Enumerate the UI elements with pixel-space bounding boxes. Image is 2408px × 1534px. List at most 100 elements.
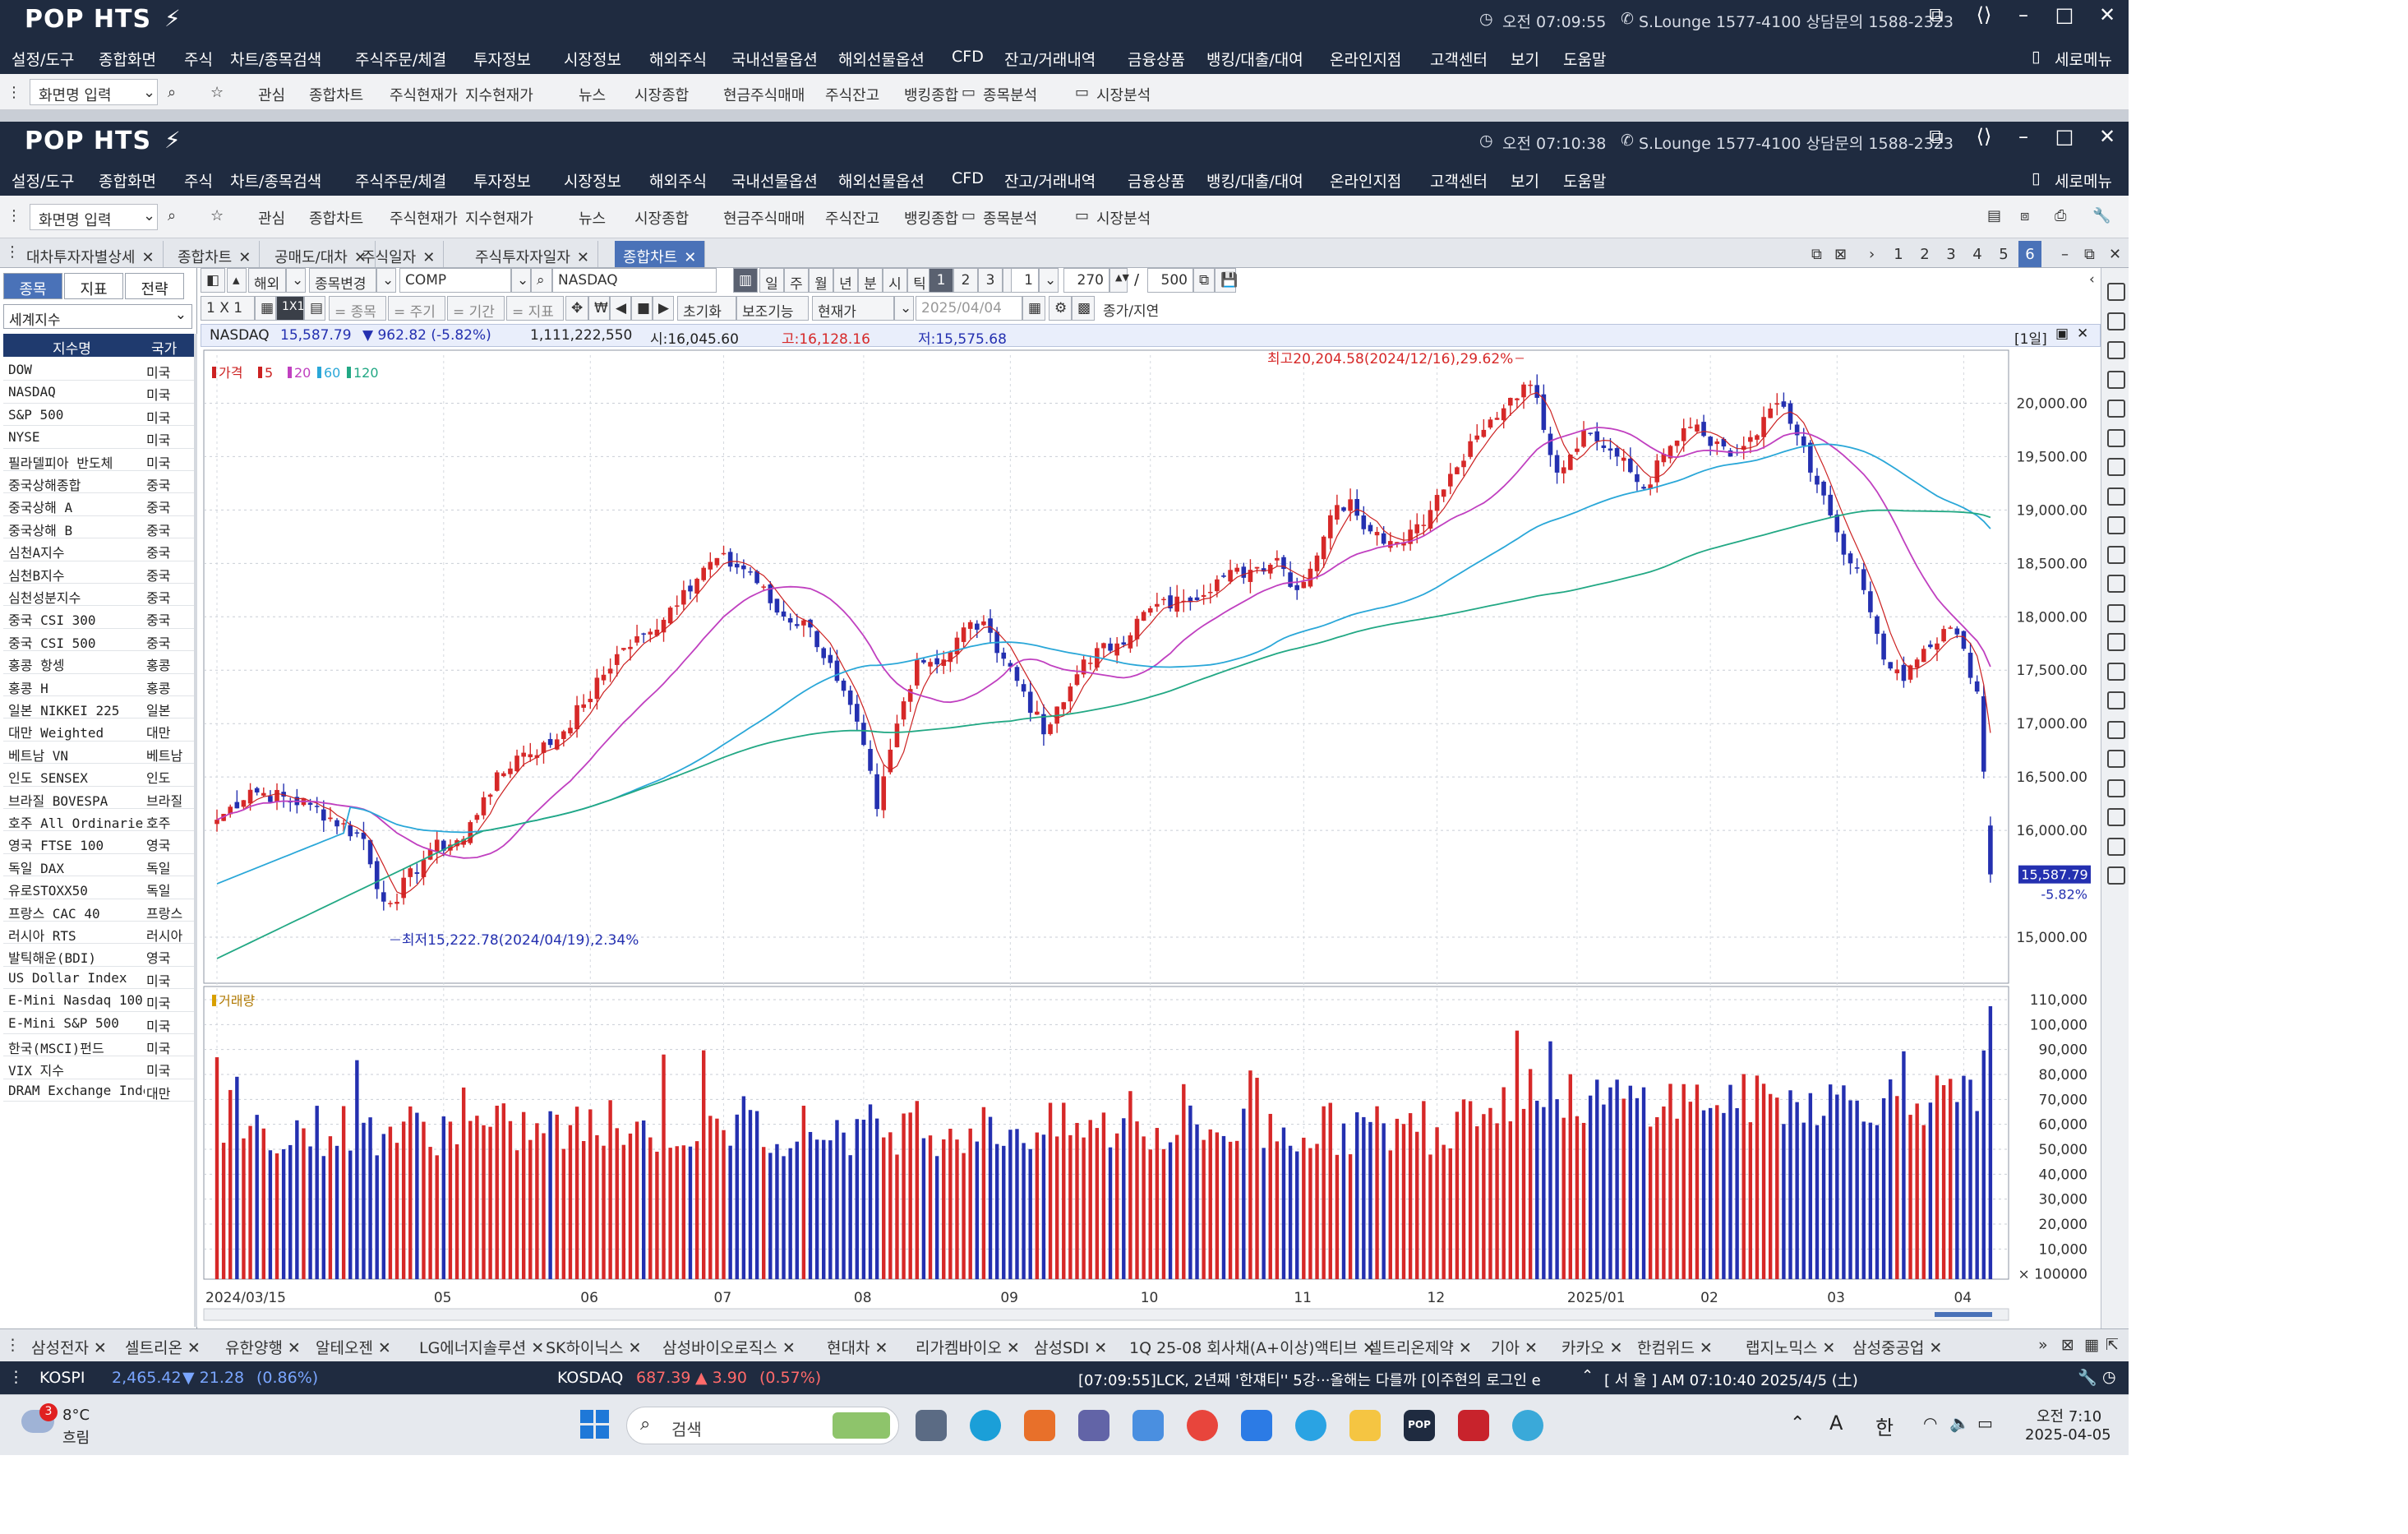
folder-link[interactable]: 시장분석 [1096, 84, 1151, 105]
close-icon[interactable]: ✕ [1929, 1339, 1942, 1357]
stock-tab[interactable]: 셀트리온제약 ✕ [1368, 1336, 1472, 1358]
quick-link[interactable]: 시장종합 [634, 84, 689, 105]
globe-icon[interactable] [1512, 1410, 1543, 1441]
stock-tab[interactable]: 삼성바이오로직스 ✕ [662, 1336, 796, 1358]
stock-tab[interactable]: 리가켐바이오 ✕ [916, 1336, 1020, 1358]
angle-icon[interactable] [2107, 603, 2125, 622]
quick-link[interactable]: 주식현재가 [390, 207, 458, 229]
battery-icon[interactable]: ▭ [1977, 1413, 1993, 1433]
code-icon[interactable]: ⟨⟩ [1969, 3, 1999, 26]
dd-icon[interactable] [2107, 750, 2125, 768]
edge-icon[interactable] [970, 1410, 1001, 1441]
list-item[interactable]: 독일 DAX 독일 [3, 854, 194, 877]
price-volume-chart[interactable]: 20,000.00 19,500.00 19,000.00 18,500.00 18,0… [201, 347, 2101, 1328]
screen-tab[interactable]: 주식투자자일자 ✕ [467, 241, 599, 267]
quick-link[interactable]: 종합차트 [309, 84, 363, 105]
minimize-button[interactable]: – [2053, 241, 2077, 267]
kosdaq-label[interactable]: KOSDAQ [557, 1369, 623, 1387]
close-icon[interactable]: ✕ [577, 249, 589, 266]
list-item[interactable]: 발틱해운(BDI) 영국 [3, 944, 194, 967]
quick-link[interactable]: 관심 [258, 84, 285, 105]
folder-link[interactable]: 종목분석 [983, 84, 1037, 105]
list-item[interactable]: 러시아 RTS 러시아 [3, 922, 194, 945]
notepad-icon[interactable]: ▤ [1987, 207, 2001, 224]
chevron-up-icon[interactable]: ⌃ [1581, 1367, 1594, 1384]
close-button[interactable]: ✕ [2092, 125, 2122, 148]
drag-handle-icon[interactable]: ⋮ [8, 1368, 24, 1386]
menu-item[interactable]: CFD [952, 48, 984, 66]
close-windows-icon[interactable]: ⊠ [1826, 241, 1855, 267]
overlay-toggle[interactable]: = 주기 [388, 296, 445, 321]
caret-up-icon[interactable]: ▴ [227, 268, 247, 293]
menu-item[interactable]: 도움말 [1563, 48, 1606, 70]
close-icon[interactable]: ✕ [2077, 326, 2088, 342]
close-icon[interactable]: ✕ [187, 1339, 201, 1357]
search-icon[interactable]: ⌕ [531, 268, 552, 293]
period-button[interactable]: 주 [784, 268, 809, 293]
close-icon[interactable]: ✕ [1822, 1339, 1835, 1357]
popout-icon[interactable]: ⇱ [2106, 1336, 2119, 1354]
folder-link[interactable]: 시장분석 [1096, 207, 1151, 229]
stock-tab[interactable]: SK하이닉스 ✕ [546, 1336, 641, 1358]
task-view-icon[interactable] [916, 1410, 947, 1441]
quick-link[interactable]: 현금주식매매 [723, 84, 805, 105]
m365-icon[interactable] [1132, 1410, 1164, 1441]
news-ticker[interactable]: [07:09:55]LCK, 2년째 '한쟤티'' 5강···올해는 다를까 [… [1078, 1369, 1580, 1390]
text-icon[interactable] [2107, 312, 2125, 330]
indicator-icon[interactable]: ▩ [1072, 296, 1095, 321]
more-tabs-icon[interactable]: » [2038, 1336, 2048, 1354]
page-number[interactable]: 2 [1913, 241, 1936, 267]
spinner-icon[interactable]: ▲▼ [1109, 268, 1129, 293]
menu-item[interactable]: 잔고/거래내역 [1004, 48, 1096, 70]
ime-letter[interactable]: A [1829, 1412, 1843, 1435]
menu-item[interactable]: 뱅킹/대출/대여 [1206, 169, 1303, 192]
tab-indicators[interactable]: 지표 [64, 273, 123, 299]
menu-item[interactable]: 고객센터 [1430, 48, 1488, 70]
menu-item[interactable]: 잔고/거래내역 [1004, 169, 1096, 192]
menu-item[interactable]: 주식 [184, 169, 213, 192]
list-item[interactable]: NYSE 미국 [3, 426, 194, 449]
overlay-toggle[interactable]: = 종목 [329, 296, 386, 321]
menu-item[interactable]: 해외주식 [649, 169, 707, 192]
list-item[interactable]: 심천A지수 중국 [3, 538, 194, 561]
stock-tab[interactable]: 현대차 ✕ [827, 1336, 888, 1358]
chart-type-icon[interactable]: ▥ [733, 268, 758, 293]
list-item[interactable]: 일본 NIKKEI 225 일본 [3, 696, 194, 719]
menu-item[interactable]: 종합화면 [99, 169, 156, 192]
fork-icon[interactable] [2107, 633, 2125, 651]
crosshair-icon[interactable]: ✥ [565, 296, 588, 321]
chevron-up-icon[interactable]: ⌃ [1790, 1413, 1805, 1434]
explorer-icon[interactable] [1349, 1410, 1381, 1441]
vertical-menu-icon[interactable]: ▯ [2032, 48, 2040, 66]
count-input-3[interactable]: 500 [1147, 268, 1193, 293]
list-item[interactable]: 홍콩 항셍 홍콩 [3, 651, 194, 674]
folder-icon[interactable]: ▭ [1075, 84, 1089, 101]
close-button[interactable]: ✕ [2101, 241, 2129, 267]
index-category-select[interactable]: 세계지수 ⌄ [3, 304, 192, 329]
store-icon[interactable] [1241, 1410, 1272, 1441]
overlay-toggle[interactable]: = 지표 [506, 296, 564, 321]
prev-icon[interactable]: ◀ [610, 296, 631, 321]
menu-item[interactable]: 금융상품 [1128, 48, 1185, 70]
stock-tab[interactable]: 유한양행 ✕ [225, 1336, 301, 1358]
close-icon[interactable]: ✕ [288, 1339, 301, 1357]
stock-tab[interactable]: 카카오 ✕ [1562, 1336, 1622, 1358]
market-select[interactable]: 해외 [248, 268, 286, 293]
stop-icon[interactable]: ■ [631, 296, 653, 321]
period-button[interactable]: 년 [833, 268, 858, 293]
close-icon[interactable]: ✕ [378, 1339, 391, 1357]
list-item[interactable]: E-Mini Nasdaq 100 미국 [3, 989, 194, 1012]
quick-link[interactable]: 뱅킹종합 [904, 207, 958, 229]
vertical-menu-button[interactable]: 세로메뉴 [2055, 169, 2112, 192]
count-input-2[interactable]: 270 [1063, 268, 1109, 293]
stock-tab[interactable]: LG에너지솔루션 ✕ [419, 1336, 544, 1358]
capture-icon[interactable]: ⧈ [2020, 207, 2029, 224]
menu-item[interactable]: 금융상품 [1128, 169, 1185, 192]
close-icon[interactable]: ✕ [531, 1339, 544, 1357]
change-symbol-button[interactable]: 종목변경 [309, 268, 376, 293]
restore-icon[interactable]: ▣ [2055, 326, 2069, 342]
vertical-menu-button[interactable]: 세로메뉴 [2055, 48, 2112, 70]
taskbar-search[interactable]: ⌕ 검색 [626, 1407, 899, 1444]
menu-item[interactable]: 투자정보 [473, 48, 531, 70]
list-item[interactable]: 베트남 VN 베트남 [3, 742, 194, 765]
